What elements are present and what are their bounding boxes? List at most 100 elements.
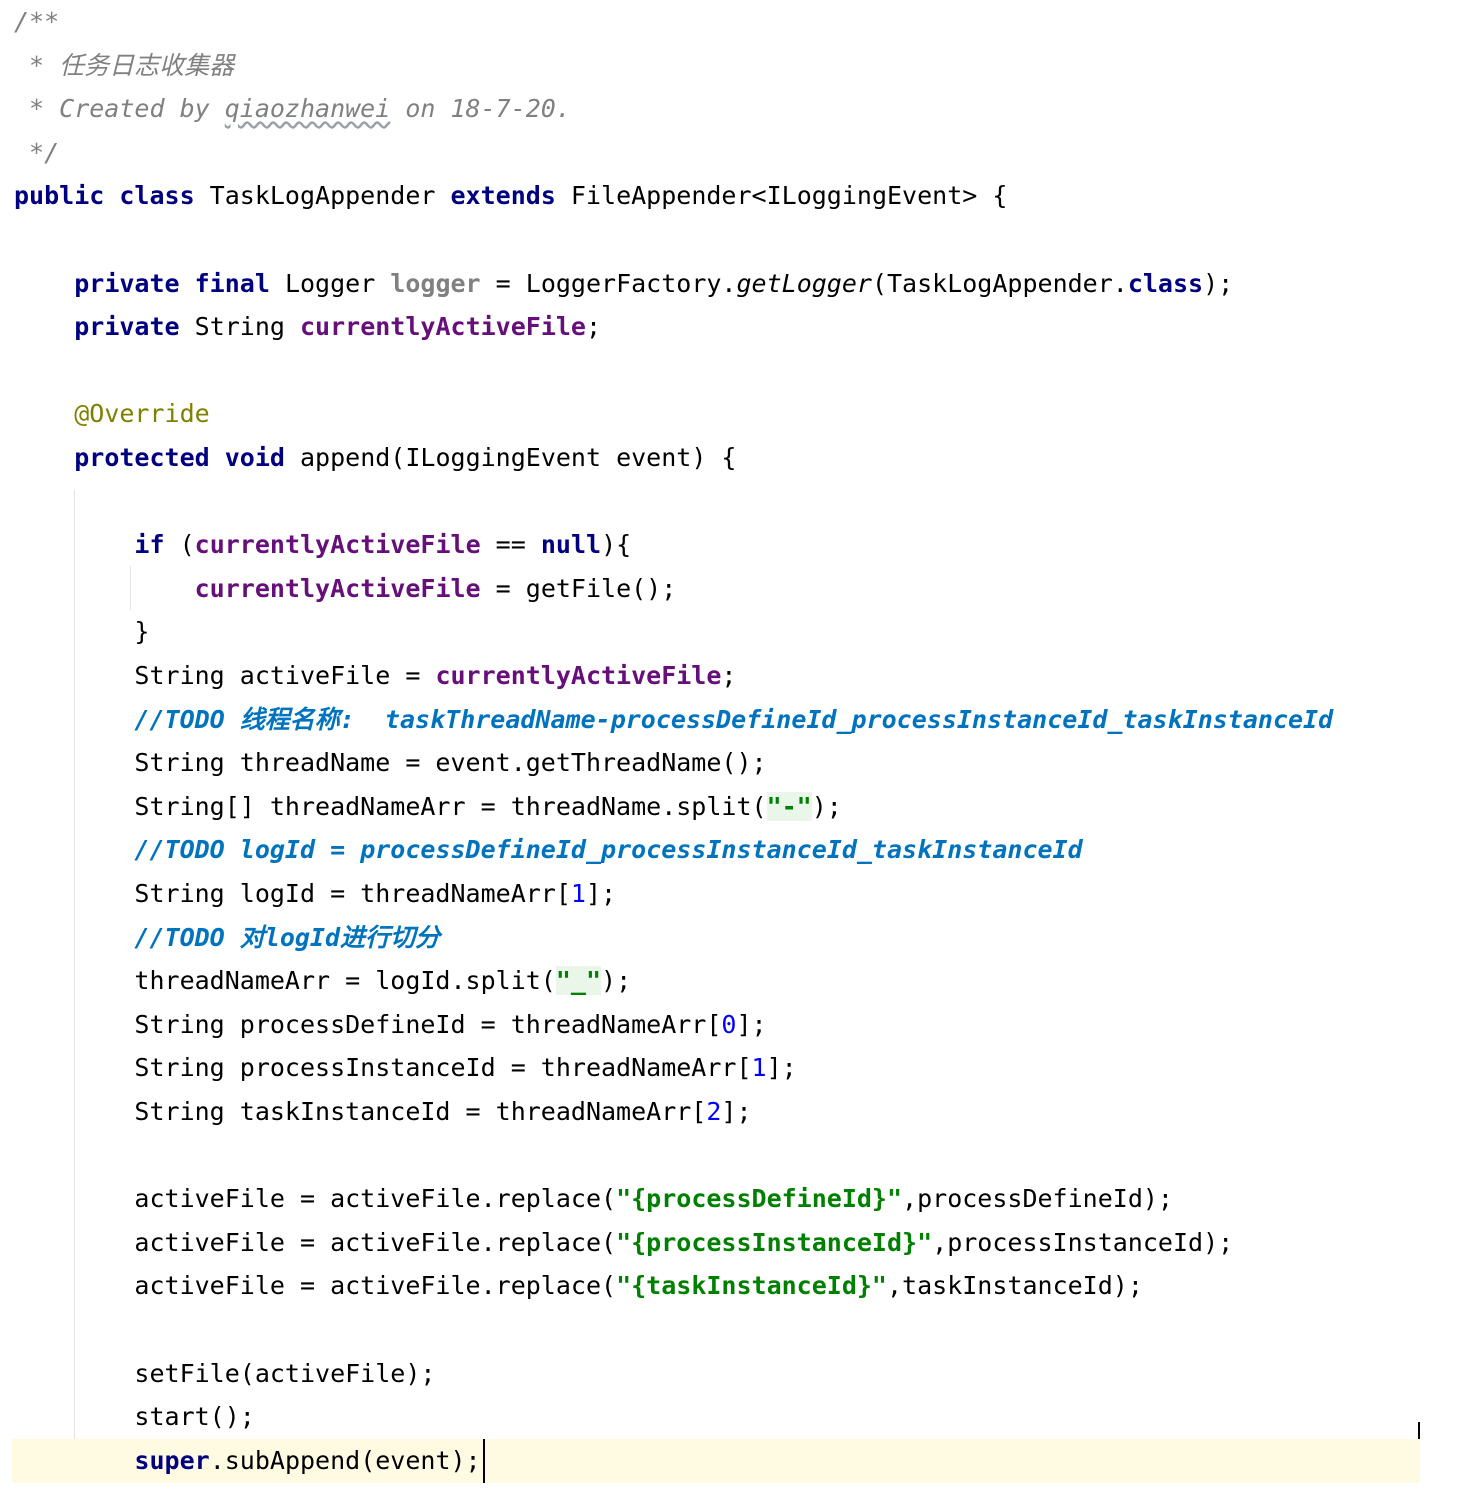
code-token: } (14, 617, 150, 647)
code-token: */ (14, 137, 60, 167)
code-token: 1 (570, 879, 586, 908)
code-token: currentlyActiveFile (194, 530, 481, 560)
code-token: activeFile = activeFile.replace( (14, 1227, 617, 1257)
code-token: String processInstanceId = threadNameArr… (14, 1053, 752, 1083)
code-token: if (134, 530, 180, 560)
code-line[interactable]: * 任务日志收集器 (0, 44, 1458, 88)
code-line[interactable]: String activeFile = currentlyActiveFile; (0, 654, 1458, 698)
code-line[interactable]: //TODO logId = processDefineId_processIn… (0, 828, 1458, 872)
code-token: 2 (706, 1097, 722, 1126)
code-line[interactable] (0, 1134, 1458, 1178)
code-line[interactable]: } (0, 610, 1458, 654)
code-token: public class (14, 181, 210, 211)
code-line[interactable] (0, 480, 1458, 524)
code-line[interactable]: protected void append(ILoggingEvent even… (0, 436, 1458, 480)
code-token: 0 (721, 1009, 737, 1039)
code-token: String (194, 312, 300, 342)
code-line[interactable]: activeFile = activeFile.replace("{proces… (0, 1221, 1458, 1265)
code-token: 1 (751, 1053, 767, 1083)
code-line[interactable]: String threadName = event.getThreadName(… (0, 741, 1458, 785)
code-line[interactable]: currentlyActiveFile = getFile(); (0, 567, 1458, 611)
code-token: FileAppender<ILoggingEvent> { (570, 181, 1008, 211)
code-line-current[interactable]: super.subAppend(event); (12, 1438, 1420, 1483)
code-token: (TaskLogAppender. (871, 268, 1128, 298)
code-token: currentlyActiveFile (435, 661, 722, 690)
code-line[interactable]: activeFile = activeFile.replace("{taskIn… (0, 1264, 1458, 1308)
code-line[interactable] (0, 349, 1458, 393)
code-line[interactable]: */ (0, 131, 1458, 175)
code-token: currentlyActiveFile (194, 573, 481, 603)
code-line[interactable]: @Override (0, 392, 1458, 436)
code-line[interactable]: //TODO 线程名称: taskThreadName-processDefin… (0, 698, 1458, 742)
code-token: append(ILoggingEvent event) { (300, 443, 737, 472)
code-token: ; (585, 312, 602, 342)
code-token: ){ (601, 530, 632, 560)
code-token: on 18-7-20. (390, 94, 571, 124)
code-token: = getFile(); (480, 573, 677, 603)
code-token: ); (811, 791, 842, 821)
code-token: null (540, 530, 602, 560)
code-token: class (1127, 268, 1204, 298)
code-token: ]; (721, 1097, 752, 1126)
code-token: protected void (74, 443, 300, 472)
code-token: "_" (555, 966, 602, 996)
code-line[interactable]: private String currentlyActiveFile; (0, 305, 1458, 349)
code-token: extends (450, 181, 571, 211)
code-token: ]; (766, 1053, 797, 1083)
code-line[interactable]: String taskInstanceId = threadNameArr[2]… (0, 1090, 1458, 1134)
code-token: private final (74, 268, 285, 298)
code-token: .subAppend(event); (209, 1445, 481, 1475)
code-line[interactable]: start(); (0, 1395, 1458, 1439)
code-token: activeFile = activeFile.replace( (14, 1271, 617, 1301)
code-line[interactable]: public class TaskLogAppender extends Fil… (0, 174, 1458, 218)
code-line[interactable] (0, 1308, 1458, 1352)
code-line[interactable]: String[] threadNameArr = threadName.spli… (0, 785, 1458, 829)
code-line[interactable]: private final Logger logger = LoggerFact… (0, 262, 1458, 306)
code-token: String processDefineId = threadNameArr[ (14, 1009, 722, 1039)
code-token: activeFile = activeFile.replace( (14, 1184, 617, 1214)
code-token: Logger (284, 268, 391, 298)
code-line[interactable]: String logId = threadNameArr[1]; (0, 872, 1458, 916)
code-token: ( (179, 530, 195, 560)
code-line[interactable]: * Created by qiaozhanwei on 18-7-20. (0, 87, 1458, 131)
code-line[interactable]: threadNameArr = logId.split("_"); (0, 959, 1458, 1003)
code-line[interactable]: activeFile = activeFile.replace("{proces… (0, 1177, 1458, 1221)
code-token: String logId = threadNameArr[ (14, 879, 571, 908)
code-line[interactable] (0, 218, 1458, 262)
code-token: "{processDefineId}" (616, 1184, 903, 1214)
code-token: ; (721, 661, 737, 690)
code-token: String threadName = event.getThreadName(… (14, 748, 767, 778)
code-line[interactable]: setFile(activeFile); (0, 1352, 1458, 1396)
code-token: == (480, 530, 541, 560)
code-token: qiaozhanwei (224, 94, 391, 124)
code-token: String taskInstanceId = threadNameArr[ (14, 1097, 707, 1126)
code-token: //TODO 线程名称: taskThreadName-processDefin… (134, 704, 1334, 734)
code-token: * 任务日志收集器 (14, 50, 235, 80)
code-editor[interactable]: /** * 任务日志收集器 * Created by qiaozhanwei o… (0, 0, 1458, 1492)
code-token: threadNameArr = logId.split( (14, 966, 556, 996)
code-token: * Created by (14, 94, 225, 124)
code-token: @Override (74, 399, 210, 429)
code-token: String activeFile = (14, 661, 436, 690)
code-token: "-" (766, 791, 812, 821)
code-line[interactable]: /** (0, 0, 1458, 44)
text-caret (482, 1438, 485, 1483)
code-token: = LoggerFactory. (480, 268, 737, 298)
code-token: ]; (585, 879, 617, 908)
code-line[interactable]: String processInstanceId = threadNameArr… (0, 1046, 1458, 1090)
code-token: //TODO 对logId进行切分 (134, 922, 441, 952)
code-line[interactable]: if (currentlyActiveFile == null){ (0, 523, 1458, 567)
code-token: //TODO logId = processDefineId_processIn… (134, 835, 1083, 865)
code-token: TaskLogAppender (209, 181, 451, 211)
code-line[interactable]: String processDefineId = threadNameArr[0… (0, 1003, 1458, 1047)
code-token: ]; (736, 1009, 767, 1039)
code-token: setFile(activeFile); (14, 1358, 436, 1388)
code-line[interactable]: //TODO 对logId进行切分 (0, 916, 1458, 960)
